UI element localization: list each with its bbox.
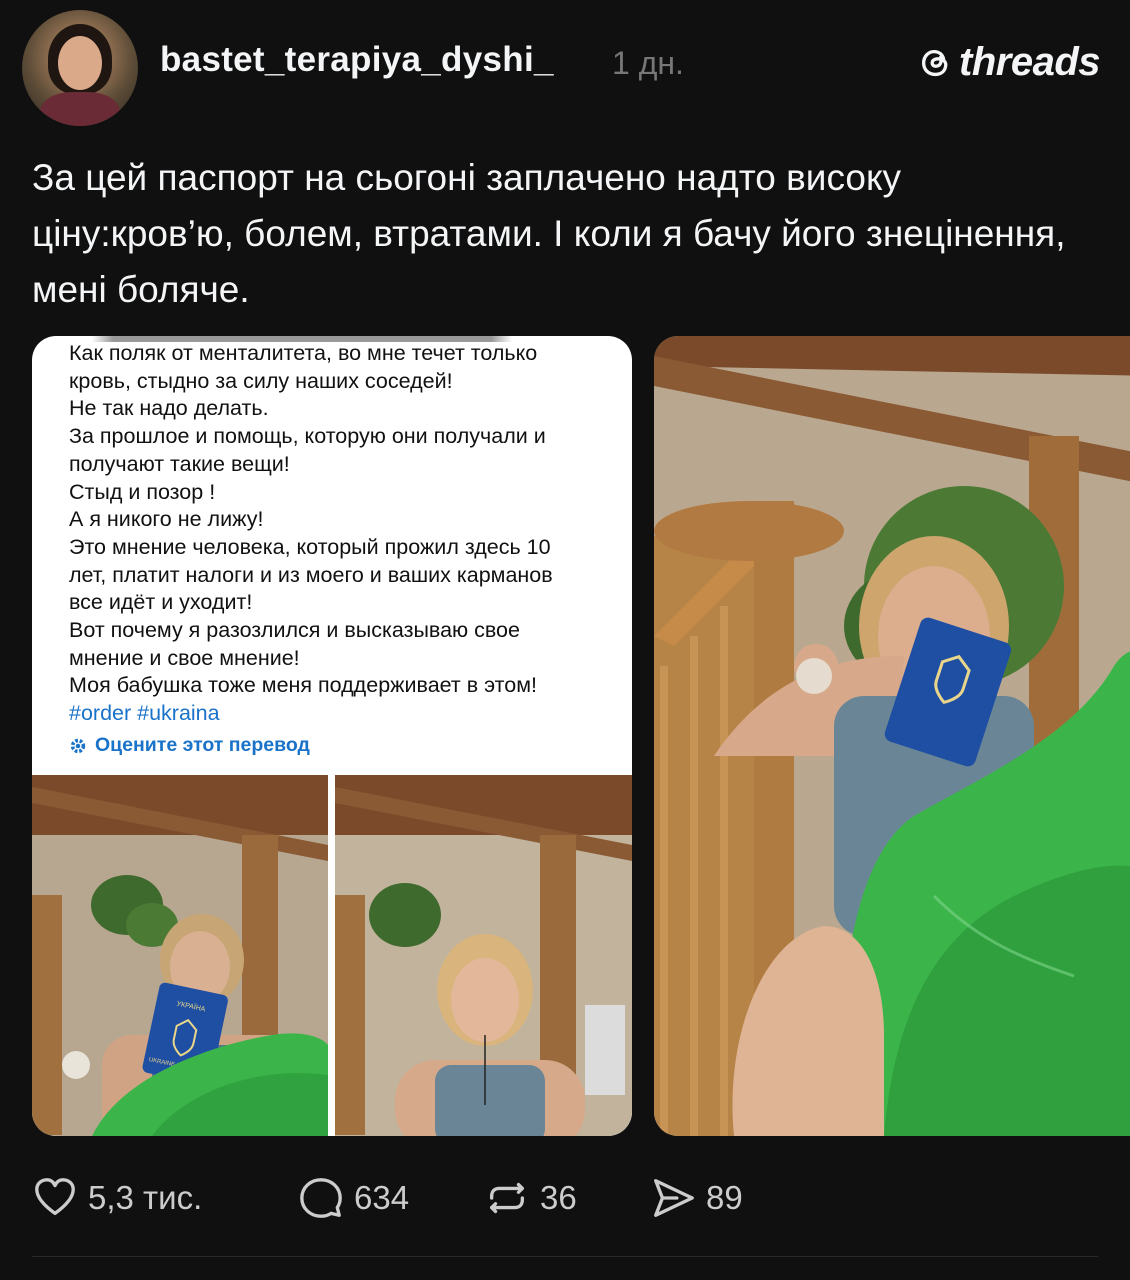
screenshot-line: все идёт и уходит!: [69, 590, 253, 615]
screenshot-card[interactable]: Как поляк от менталитета, во мне течет т…: [32, 336, 632, 1136]
scene-woman-looking-down: [335, 775, 632, 1136]
screenshot-line: Моя бабушка тоже меня поддерживает в это…: [69, 673, 537, 698]
avatar-shirt: [40, 92, 120, 126]
post-actions: 5,3 тис. 634 36 89: [32, 1170, 1092, 1226]
screenshot-line: Это мнение человека, который прожил здес…: [69, 534, 551, 559]
video-thumbnail-1[interactable]: УКРАЇНА UKRAINE PASSPORT: [32, 775, 328, 1136]
screenshot-line: мнение и свое мнение!: [69, 645, 300, 670]
screenshot-line: Как поляк от менталитета, во мне течет т…: [69, 341, 538, 365]
screenshot-line: Стыд и позор !: [69, 479, 216, 504]
gear-icon: [70, 738, 86, 753]
comment-icon: [300, 1178, 342, 1218]
threads-logo-icon: [921, 49, 948, 76]
like-button[interactable]: 5,3 тис.: [32, 1170, 202, 1226]
post-text: За цей паспорт на сьогоні заплачено надт…: [32, 157, 1066, 310]
screenshot-line: Не так надо делать.: [69, 396, 269, 421]
avatar[interactable]: [22, 10, 138, 126]
like-count: 5,3 тис.: [88, 1179, 203, 1216]
repost-count: 36: [540, 1179, 577, 1216]
repost-icon: [489, 1182, 525, 1214]
screenshot-line: кровь, стыдно за силу наших соседей!: [69, 368, 453, 393]
post-header: bastet_terapiya_dyshi_ 1 дн. threads: [0, 0, 1130, 130]
photo-card[interactable]: [654, 336, 1130, 1136]
share-button[interactable]: 89: [650, 1170, 743, 1226]
heart-icon: [35, 1178, 75, 1216]
reply-button[interactable]: 634: [298, 1170, 409, 1226]
avatar-face: [58, 36, 102, 90]
screenshot-line: А я никого не лижу!: [69, 507, 264, 532]
username[interactable]: bastet_terapiya_dyshi_: [160, 40, 554, 80]
screenshot-line: лет, платит налоги и из моего и ваших ка…: [69, 562, 553, 587]
screenshot-line: За прошлое и помощь, которую они получал…: [69, 424, 546, 449]
screenshot-text: Как поляк от менталитета, во мне течет т…: [69, 340, 629, 760]
scene-passport-bag: УКРАЇНА UKRAINE PASSPORT: [32, 775, 328, 1136]
rate-translation-link[interactable]: Оцените этот перевод: [69, 732, 629, 760]
threads-brand: threads: [917, 40, 1101, 85]
video-thumbnail-2[interactable]: [335, 775, 632, 1136]
screenshot-line: получают такие вещи!: [69, 451, 290, 476]
scene-passport-in-bag: [654, 336, 1130, 1136]
threads-wordmark: threads: [959, 40, 1101, 84]
post-divider: [32, 1256, 1098, 1257]
share-icon: [654, 1179, 694, 1217]
rate-translation-label: Оцените этот перевод: [95, 733, 310, 756]
hashtags[interactable]: #order #ukraina: [69, 700, 629, 728]
repost-button[interactable]: 36: [484, 1170, 577, 1226]
share-count: 89: [706, 1179, 743, 1216]
screenshot-line: Вот почему я разозлился и высказываю сво…: [69, 618, 520, 643]
post-time: 1 дн.: [612, 45, 684, 81]
reply-count: 634: [354, 1179, 410, 1216]
